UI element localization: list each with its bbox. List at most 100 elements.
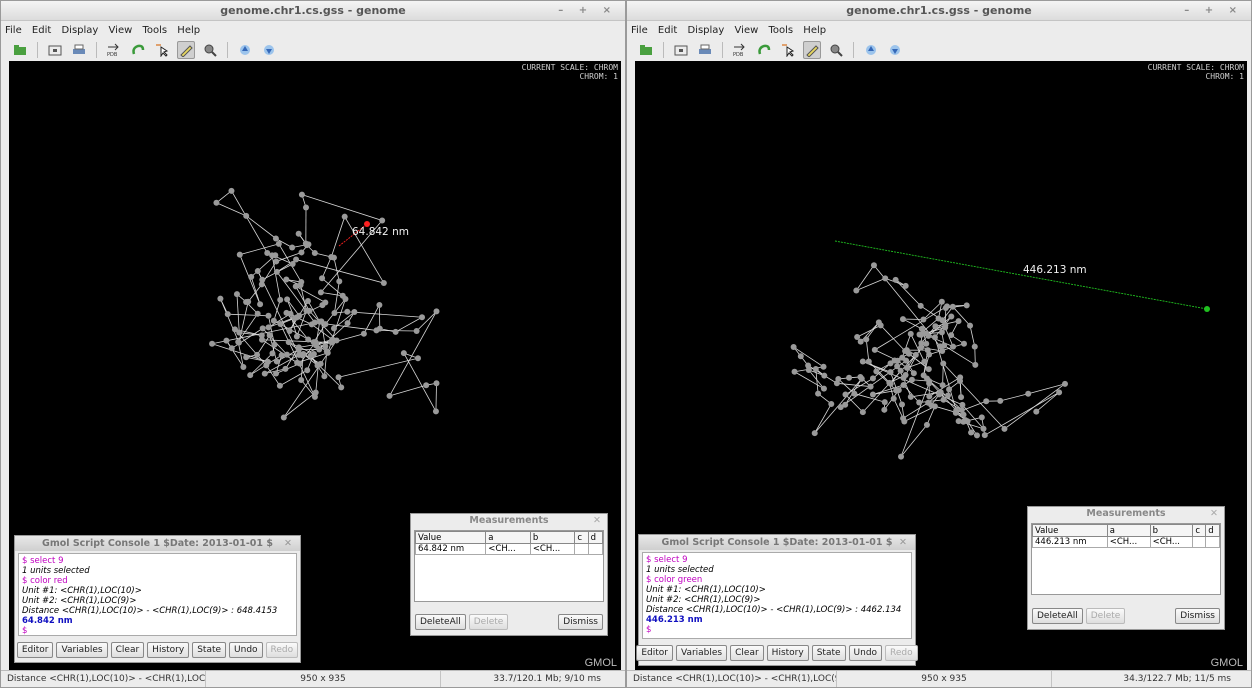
locus-node[interactable] bbox=[882, 275, 889, 282]
locus-node[interactable] bbox=[433, 308, 440, 315]
locus-node[interactable] bbox=[920, 316, 927, 323]
window-controls[interactable]: – + × bbox=[1184, 1, 1243, 21]
locus-node[interactable] bbox=[923, 330, 930, 337]
locus-node[interactable] bbox=[846, 374, 853, 381]
close-icon[interactable]: ✕ bbox=[1210, 507, 1218, 521]
locus-node[interactable] bbox=[971, 343, 978, 350]
locus-node[interactable] bbox=[960, 340, 967, 347]
locus-node[interactable] bbox=[894, 363, 901, 370]
locus-node[interactable] bbox=[805, 362, 812, 369]
close-icon[interactable]: ✕ bbox=[899, 535, 907, 550]
locus-node[interactable] bbox=[321, 373, 328, 380]
locus-node[interactable] bbox=[324, 349, 331, 356]
locus-node[interactable] bbox=[322, 299, 329, 306]
pdb-export-icon[interactable]: PDB bbox=[731, 41, 749, 59]
variables-button[interactable]: Variables bbox=[675, 645, 728, 661]
locus-node[interactable] bbox=[270, 317, 277, 324]
locus-node[interactable] bbox=[886, 379, 893, 386]
locus-node[interactable] bbox=[958, 394, 965, 401]
locus-node[interactable] bbox=[821, 372, 828, 379]
locus-node[interactable] bbox=[950, 343, 957, 350]
locus-node[interactable] bbox=[254, 351, 261, 358]
locus-node[interactable] bbox=[285, 339, 292, 346]
locus-node[interactable] bbox=[968, 429, 975, 436]
locus-node[interactable] bbox=[894, 357, 901, 364]
undo-button[interactable]: Undo bbox=[848, 645, 883, 661]
locus-node[interactable] bbox=[890, 395, 897, 402]
locus-node[interactable] bbox=[400, 350, 407, 357]
locus-node[interactable] bbox=[302, 204, 309, 211]
locus-node[interactable] bbox=[875, 319, 882, 326]
locus-node[interactable] bbox=[243, 212, 250, 219]
locus-node[interactable] bbox=[851, 390, 858, 397]
menu-tools[interactable]: Tools bbox=[142, 25, 167, 36]
locus-node[interactable] bbox=[298, 377, 305, 384]
locus-node[interactable] bbox=[316, 318, 323, 325]
locus-node[interactable] bbox=[938, 329, 945, 336]
locus-node[interactable] bbox=[828, 400, 835, 407]
col-d[interactable]: d bbox=[1205, 524, 1220, 537]
print-icon[interactable] bbox=[70, 41, 88, 59]
locus-node[interactable] bbox=[865, 358, 872, 365]
locus-node[interactable] bbox=[859, 409, 866, 416]
locus-node[interactable] bbox=[1001, 425, 1008, 432]
locus-node[interactable] bbox=[328, 339, 335, 346]
locus-node[interactable] bbox=[973, 432, 980, 439]
locus-node[interactable] bbox=[392, 328, 399, 335]
locus-node[interactable] bbox=[283, 351, 290, 358]
locus-node[interactable] bbox=[240, 363, 247, 370]
rotate-icon[interactable] bbox=[755, 41, 773, 59]
locus-node[interactable] bbox=[903, 357, 910, 364]
menu-file[interactable]: File bbox=[5, 25, 22, 36]
undo-button[interactable]: Undo bbox=[229, 642, 263, 658]
locus-node[interactable] bbox=[298, 249, 305, 256]
locus-node[interactable] bbox=[924, 347, 931, 354]
col-b[interactable]: b bbox=[1149, 524, 1194, 537]
locus-node[interactable] bbox=[257, 301, 264, 308]
locus-node[interactable] bbox=[902, 372, 909, 379]
locus-node[interactable] bbox=[820, 385, 827, 392]
locus-node[interactable] bbox=[863, 336, 870, 343]
locus-node[interactable] bbox=[286, 327, 293, 334]
locus-node[interactable] bbox=[980, 425, 987, 432]
locus-node[interactable] bbox=[209, 340, 216, 347]
locus-node[interactable] bbox=[305, 241, 312, 248]
locus-node[interactable] bbox=[275, 240, 282, 247]
locus-node[interactable] bbox=[869, 375, 876, 382]
locus-node[interactable] bbox=[293, 333, 300, 340]
locus-node[interactable] bbox=[931, 334, 938, 341]
locus-node[interactable] bbox=[272, 235, 279, 242]
locus-node[interactable] bbox=[812, 365, 819, 372]
clear-button[interactable]: Clear bbox=[730, 645, 764, 661]
locus-node[interactable] bbox=[916, 331, 923, 338]
locus-node[interactable] bbox=[940, 396, 947, 403]
locus-node[interactable] bbox=[223, 337, 230, 344]
locus-node[interactable] bbox=[901, 418, 908, 425]
locus-node[interactable] bbox=[304, 367, 311, 374]
locus-node[interactable] bbox=[265, 312, 272, 319]
down-icon[interactable] bbox=[260, 41, 278, 59]
locus-node[interactable] bbox=[310, 351, 317, 358]
selected-locus-node[interactable] bbox=[1204, 306, 1210, 312]
up-icon[interactable] bbox=[862, 41, 880, 59]
locus-node[interactable] bbox=[335, 374, 342, 381]
locus-node[interactable] bbox=[811, 430, 818, 437]
locus-node[interactable] bbox=[892, 276, 899, 283]
locus-node[interactable] bbox=[287, 310, 294, 317]
locus-node[interactable] bbox=[217, 295, 224, 302]
locus-node[interactable] bbox=[902, 282, 909, 289]
col-a[interactable]: a bbox=[485, 531, 531, 544]
locus-node[interactable] bbox=[236, 251, 243, 258]
locus-node[interactable] bbox=[341, 213, 348, 220]
locus-node[interactable] bbox=[330, 254, 337, 261]
locus-node[interactable] bbox=[940, 360, 947, 367]
delete-all-button[interactable]: DeleteAll bbox=[1032, 608, 1083, 624]
locus-node[interactable] bbox=[315, 361, 322, 368]
locus-node[interactable] bbox=[842, 401, 849, 408]
delete-all-button[interactable]: DeleteAll bbox=[415, 614, 466, 630]
col-c[interactable]: c bbox=[574, 531, 589, 544]
locus-node[interactable] bbox=[983, 398, 990, 405]
select-pointer-icon[interactable] bbox=[153, 41, 171, 59]
locus-node[interactable] bbox=[269, 350, 276, 357]
locus-node[interactable] bbox=[273, 370, 280, 377]
